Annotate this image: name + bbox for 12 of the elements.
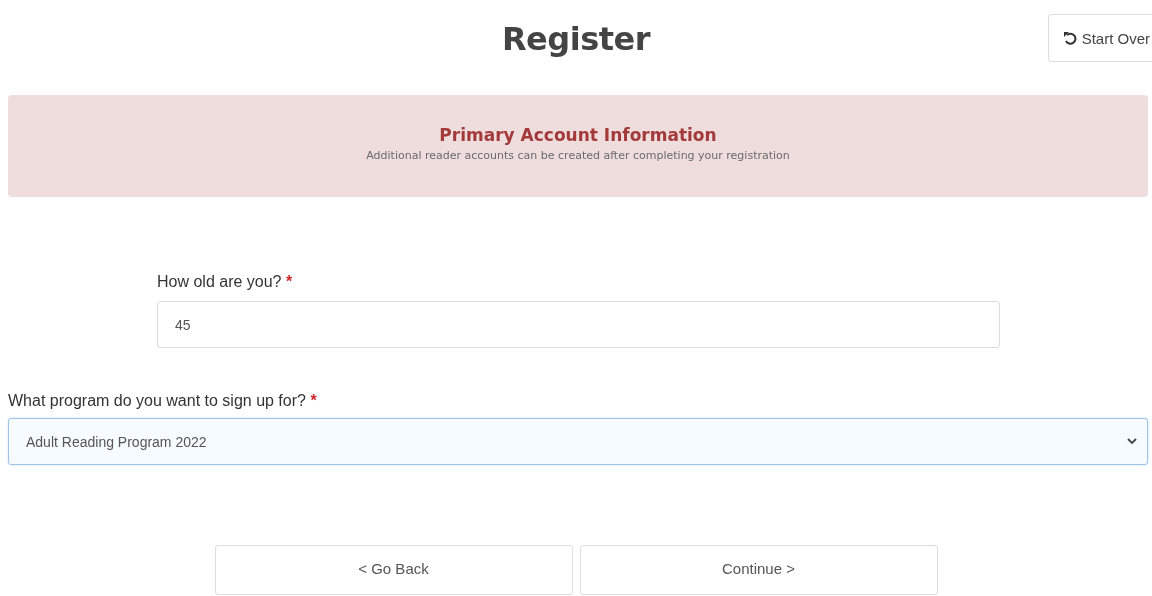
banner-heading: Primary Account Information: [439, 124, 717, 145]
page-title: Register: [501, 20, 650, 58]
undo-icon: [1062, 31, 1077, 45]
chevron-down-icon: [1127, 438, 1137, 445]
field-label: What program do you want to sign up for? *: [8, 392, 318, 410]
select-field[interactable]: Adult Reading Program 2022: [8, 418, 1148, 465]
nav-button[interactable]: < Go Back: [214, 545, 573, 595]
start-over-button[interactable]: Start Over: [1047, 14, 1152, 62]
nav-button[interactable]: Continue >: [579, 545, 938, 595]
field-label: How old are you? *: [157, 273, 294, 291]
input-field[interactable]: 45: [157, 301, 1000, 348]
banner-text: Additional reader accounts can be created after completing your registration: [366, 148, 790, 162]
